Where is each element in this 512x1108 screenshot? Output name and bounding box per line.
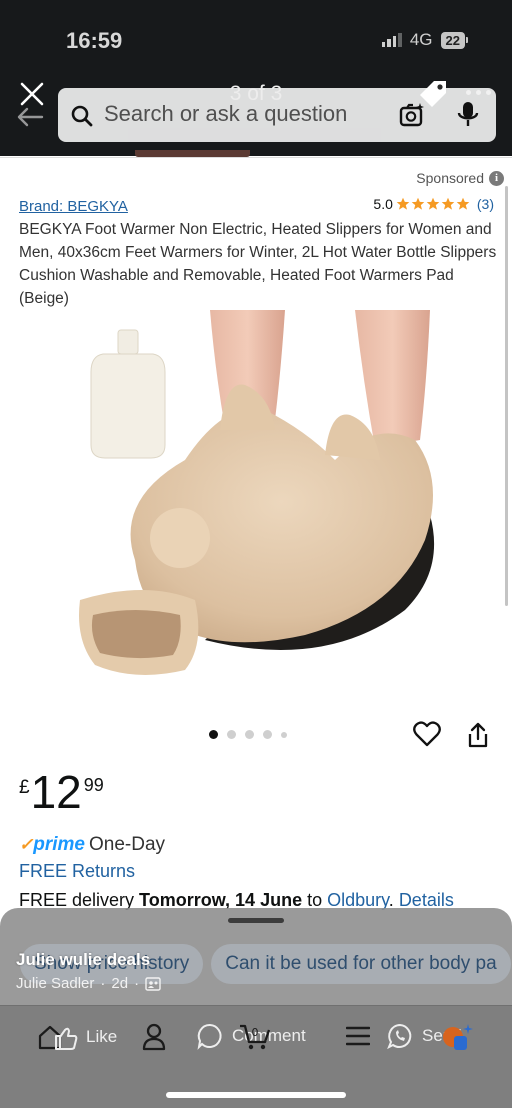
sponsored-text: Sponsored <box>416 170 484 186</box>
status-time: 16:59 <box>66 28 123 53</box>
rating-count[interactable]: (3) <box>477 196 494 212</box>
previous-image-edge <box>135 150 250 157</box>
product-title[interactable]: BEGKYA Foot Warmer Non Electric, Heated … <box>19 218 497 310</box>
pagination-dot[interactable] <box>245 730 254 739</box>
close-icon[interactable] <box>18 80 46 108</box>
more-options-icon[interactable] <box>466 90 491 95</box>
product-image[interactable] <box>75 310 445 682</box>
star-icon <box>396 197 410 210</box>
battery-icon: 22 <box>440 31 468 49</box>
slipper-cuff <box>79 590 199 675</box>
star-icon <box>456 197 470 210</box>
post-author[interactable]: Julie Sadler <box>16 975 94 992</box>
home-indicator[interactable] <box>166 1092 346 1098</box>
menu-icon[interactable] <box>346 1026 370 1046</box>
rating-stars <box>396 197 470 211</box>
prime-delivery-speed: One-Day <box>89 834 166 855</box>
like-label: Like <box>86 1027 118 1046</box>
star-icon <box>426 197 440 210</box>
scrollbar[interactable] <box>505 186 508 606</box>
ai-assistant-icon[interactable] <box>440 1022 474 1052</box>
delivery-location-link[interactable]: Oldbury <box>327 890 389 910</box>
whatsapp-icon <box>387 1023 412 1050</box>
chip-question[interactable]: Can it be used for other body pa <box>211 944 511 984</box>
hot-water-bottle <box>90 329 166 459</box>
svg-text:0: 0 <box>252 1026 259 1039</box>
search-icon <box>71 105 93 127</box>
heart-icon[interactable] <box>413 721 441 747</box>
pagination-dot[interactable] <box>227 730 236 739</box>
pagination-dot[interactable] <box>209 730 218 739</box>
meta-separator: · <box>100 975 106 992</box>
prime-badge: ✓prime One-Day <box>19 834 165 856</box>
audience-icon <box>145 976 161 991</box>
rating[interactable]: 5.0 (3) <box>373 196 494 212</box>
tag-icon[interactable] <box>416 77 450 111</box>
network-label: 4G <box>409 30 433 49</box>
sponsored-label[interactable]: Sponsored i <box>416 170 504 186</box>
pagination-dot[interactable] <box>263 730 272 739</box>
info-icon[interactable]: i <box>489 170 504 186</box>
delivery-details-link[interactable]: Details <box>399 890 454 910</box>
post-meta: Julie Sadler · 2d · <box>16 975 161 992</box>
image-pagination[interactable] <box>209 730 287 739</box>
price-fraction: 99 <box>83 775 104 795</box>
share-icon[interactable] <box>466 721 490 749</box>
cart-icon[interactable]: 0 <box>238 1018 272 1052</box>
battery-level: 22 <box>440 31 465 49</box>
post-group-name[interactable]: Julie wulie deals <box>16 950 150 970</box>
product-card[interactable]: Sponsored i Brand: BEGKYA 5.0 (3) BEGKYA… <box>0 157 512 937</box>
profile-icon[interactable] <box>142 1023 166 1051</box>
brand-link[interactable]: Brand: BEGKYA <box>19 198 128 215</box>
meta-separator: · <box>134 975 140 992</box>
rating-value: 5.0 <box>373 196 393 212</box>
prime-logo: ✓prime <box>19 834 85 855</box>
search-input[interactable] <box>104 101 384 127</box>
back-arrow-icon[interactable] <box>16 106 44 128</box>
signal-icon <box>381 33 402 47</box>
top-overlay: 16:59 4G 22 3 of 3 <box>0 0 512 157</box>
price-whole: 12 <box>30 766 82 818</box>
star-icon <box>411 197 425 210</box>
price-currency: £ <box>19 777 30 798</box>
delivery-date: Tomorrow, 14 June <box>139 890 303 910</box>
microphone-icon[interactable] <box>456 100 480 130</box>
product-price: £ 12 99 <box>19 769 104 815</box>
like-button[interactable]: Like <box>38 1022 117 1052</box>
pagination-dot[interactable] <box>281 731 287 738</box>
post-time: 2d <box>111 975 129 992</box>
post-action-bar: Like Comment 0 Send <box>0 1005 512 1108</box>
comment-icon <box>197 1023 222 1050</box>
status-indicators: 4G 22 <box>381 30 468 50</box>
star-icon <box>441 197 455 210</box>
free-returns-link[interactable]: FREE Returns <box>19 861 135 882</box>
sheet-handle[interactable] <box>228 918 284 923</box>
like-icon <box>38 1025 78 1050</box>
